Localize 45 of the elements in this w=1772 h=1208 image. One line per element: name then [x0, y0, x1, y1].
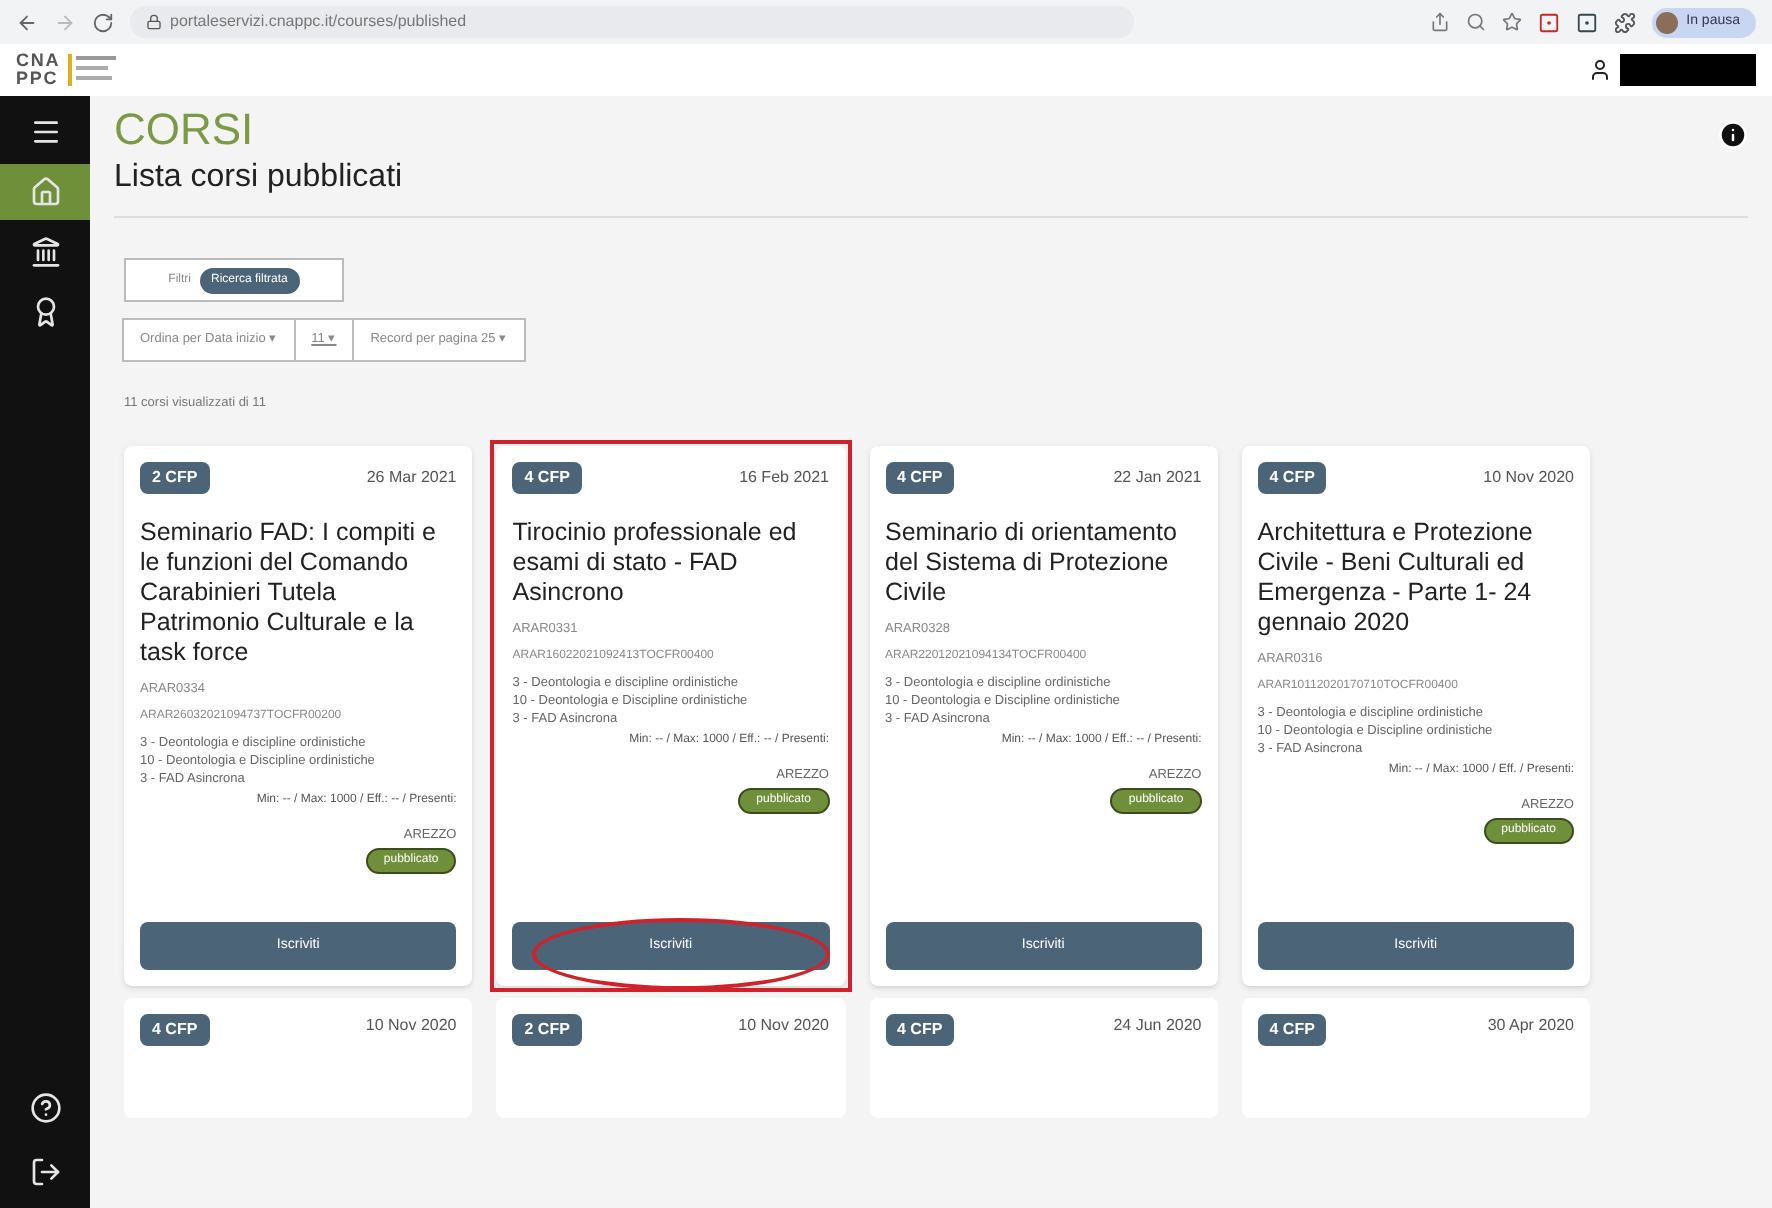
course-title: Tirocinio professionale ed esami di stato - FAD Asincrono	[512, 517, 799, 608]
cfp-badge: 4 CFP	[1257, 461, 1327, 494]
course-date: 22 Jan 2021	[1113, 465, 1202, 490]
home-icon	[29, 176, 61, 208]
page-title: CORSI	[114, 104, 256, 156]
logo-text: CNA	[16, 52, 61, 70]
cfp-badge: 4 CFP	[885, 461, 955, 494]
extension-icon[interactable]	[1538, 11, 1561, 33]
menu-icon	[29, 116, 61, 148]
cfp-badge: 4 CFP	[512, 461, 582, 494]
cfp-badge: 4 CFP	[1257, 1013, 1327, 1046]
columns-building-icon	[29, 236, 61, 268]
logout-icon	[29, 1156, 61, 1188]
url-text: portaleservizi.cnappc.it/courses/published	[170, 10, 467, 34]
course-date: 16 Feb 2021	[739, 465, 829, 490]
reload-icon[interactable]	[92, 11, 114, 33]
extension-icon[interactable]	[1576, 11, 1599, 33]
cfp-badge: 2 CFP	[140, 461, 210, 494]
logo-text: PPC	[16, 70, 61, 88]
course-date: 10 Nov 2020	[738, 1013, 829, 1038]
cfp-badge: 2 CFP	[512, 1013, 582, 1046]
course-date: 10 Nov 2020	[365, 1013, 457, 1038]
address-bar[interactable]: portaleservizi.cnappc.it/courses/published	[130, 6, 1135, 38]
logo-lines-icon	[68, 52, 121, 88]
avatar-icon	[1656, 11, 1679, 33]
course-date: 26 Mar 2021	[366, 465, 457, 490]
cfp-badge: 4 CFP	[885, 1013, 955, 1046]
redaction-block	[1620, 54, 1756, 86]
back-icon[interactable]	[16, 11, 38, 33]
puzzle-icon[interactable]	[1614, 11, 1637, 33]
user-icon[interactable]	[1588, 58, 1612, 82]
page-subtitle: Lista corsi pubblicati	[114, 158, 403, 198]
cfp-badge: 4 CFP	[140, 1013, 210, 1046]
search-icon[interactable]	[1466, 12, 1487, 32]
course-title: Architettura e Protezione Civile - Beni Culturali ed Emergenza - Parte 1- 24 gennaio 2020	[1257, 517, 1535, 638]
course-date: 30 Apr 2020	[1487, 1013, 1574, 1038]
star-icon[interactable]	[1502, 12, 1523, 32]
help-icon	[29, 1092, 61, 1124]
course-title: Seminario FAD: I compiti e le funzioni del Comando Carabinieri Tutela Patrimonio Culturale e la task force	[140, 517, 438, 668]
course-title: Seminario di orientamento del Sistema di Protezione Civile	[885, 517, 1179, 608]
lock-icon	[146, 14, 162, 30]
info-icon[interactable]	[1718, 120, 1748, 150]
course-date: 24 Jun 2020	[1113, 1013, 1202, 1038]
share-icon[interactable]	[1430, 12, 1451, 32]
course-date: 10 Nov 2020	[1483, 465, 1574, 490]
